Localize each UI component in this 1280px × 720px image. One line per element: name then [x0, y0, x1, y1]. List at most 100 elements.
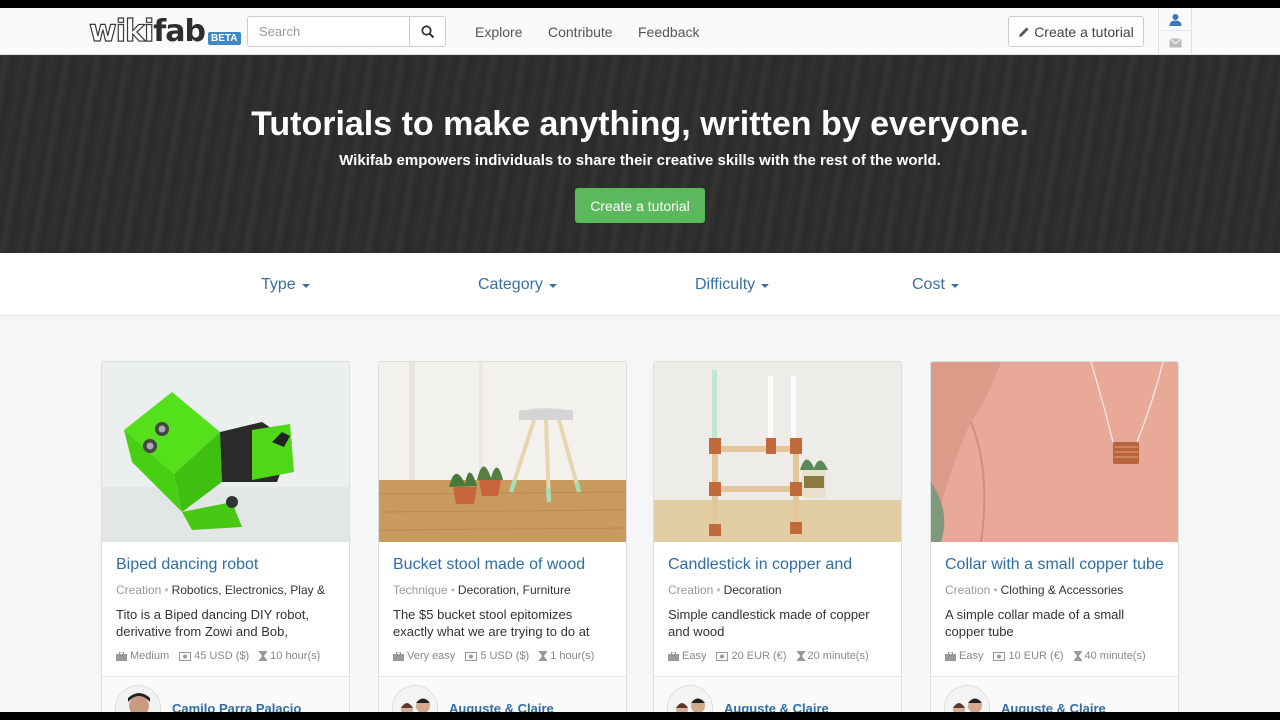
tutorial-categories: Decoration [723, 583, 782, 597]
messages-button[interactable] [1159, 31, 1191, 54]
tutorial-categories: Decoration, Furniture [457, 583, 571, 597]
author-name[interactable]: Auguste & Claire [1001, 701, 1106, 712]
author-name[interactable]: Auguste & Claire [449, 701, 554, 712]
stat-cost: 45 USD ($) [179, 650, 249, 662]
money-icon [465, 651, 478, 661]
difficulty-value: Easy [959, 650, 984, 662]
search-input[interactable] [247, 16, 410, 47]
filter-cost-dropdown[interactable]: Cost [912, 276, 959, 294]
nav-contribute[interactable]: Contribute [548, 24, 613, 40]
envelope-icon [1168, 37, 1182, 47]
tutorial-card[interactable]: Candlestick in copper and Creation • Decor… [653, 361, 902, 712]
tutorial-description: Simple candlestick made of copper and wo… [668, 607, 870, 639]
money-icon [716, 651, 729, 661]
create-tutorial-nav-button[interactable]: Create a tutorial [1008, 16, 1144, 47]
pencil-icon [1019, 26, 1029, 37]
tutorial-meta: Technique • Decoration, Furniture [393, 583, 618, 597]
stat-duration: 20 minute(s) [796, 650, 869, 662]
caret-down-icon [301, 284, 310, 288]
hero-create-tutorial-button[interactable]: Create a tutorial [575, 188, 705, 223]
tutorial-title[interactable]: Bucket stool made of wood [393, 556, 618, 574]
author-name[interactable]: Auguste & Claire [724, 701, 829, 712]
page: wikifab BETA Explore Contribute Feedback… [0, 8, 1280, 712]
tutorial-card[interactable]: Bucket stool made of wood Technique • Deco… [378, 361, 627, 712]
separator-dot: • [993, 583, 998, 597]
tutorial-image-collar[interactable] [931, 362, 1178, 542]
toolbox-icon [945, 651, 956, 661]
cost-value: 20 EUR (€) [731, 650, 787, 662]
tutorial-description: The $5 bucket stool epitomizes exactly w… [393, 607, 590, 639]
tutorial-title[interactable]: Collar with a small copper tube [945, 556, 1170, 574]
top-navbar: wikifab BETA Explore Contribute Feedback… [0, 8, 1280, 55]
money-icon [179, 651, 192, 661]
filter-type-label: Type [261, 276, 296, 293]
author-avatar[interactable] [944, 685, 990, 712]
cost-value: 10 EUR (€) [1008, 650, 1064, 662]
author-name[interactable]: Camilo Parra Palacio [172, 701, 301, 712]
filter-difficulty-label: Difficulty [695, 276, 756, 293]
logo-text: wikifab [88, 14, 206, 49]
author-avatar[interactable] [667, 685, 713, 712]
tutorial-kind: Creation [668, 583, 714, 597]
tutorial-stats: Medium 45 USD ($) 10 hour(s) [116, 650, 320, 662]
filter-category-dropdown[interactable]: Category [478, 276, 557, 294]
cost-value: 45 USD ($) [194, 650, 250, 662]
tutorial-card[interactable]: Collar with a small copper tube Creation… [930, 361, 1179, 712]
filter-bar: Type Category Difficulty Cost [0, 253, 1280, 316]
author-avatar[interactable] [392, 685, 438, 712]
tutorial-title[interactable]: Biped dancing robot [116, 556, 341, 574]
tutorial-image-candlestick[interactable] [654, 362, 901, 542]
stat-cost: 10 EUR (€) [993, 650, 1064, 662]
stat-difficulty: Easy [945, 650, 983, 662]
duration-value: 1 hour(s) [550, 650, 595, 662]
user-button[interactable] [1159, 8, 1191, 31]
tutorial-image-robot[interactable] [102, 362, 349, 542]
stat-duration: 1 hour(s) [539, 650, 594, 662]
tutorial-kind: Technique [393, 583, 448, 597]
duration-value: 10 hour(s) [270, 650, 321, 662]
hourglass-icon [259, 651, 268, 661]
tutorial-author-bar: Auguste & Claire [379, 676, 626, 712]
filter-cost-label: Cost [912, 276, 945, 293]
stat-duration: 40 minute(s) [1073, 650, 1146, 662]
caret-down-icon [548, 284, 557, 288]
tutorial-author-bar: Camilo Parra Palacio [102, 676, 349, 712]
tutorial-stats: Easy 10 EUR (€) 40 minute(s) [945, 650, 1146, 662]
duration-value: 40 minute(s) [1084, 650, 1146, 662]
hourglass-icon [539, 651, 548, 661]
toolbox-icon [116, 651, 127, 661]
stat-difficulty: Very easy [393, 650, 455, 662]
search-icon [420, 24, 434, 38]
money-icon [993, 651, 1006, 661]
caret-down-icon [761, 284, 770, 288]
tutorial-categories: Robotics, Electronics, Play & [171, 583, 325, 597]
stat-difficulty: Medium [116, 650, 169, 662]
tutorial-image-stool[interactable] [379, 362, 626, 542]
wikifab-logo[interactable]: wikifab BETA [88, 14, 241, 49]
filter-difficulty-dropdown[interactable]: Difficulty [695, 276, 770, 294]
toolbox-icon [393, 651, 404, 661]
tutorial-meta: Creation • Decoration [668, 583, 893, 597]
hero-banner: Tutorials to make anything, written by e… [0, 55, 1280, 253]
hero-subtitle: Wikifab empowers individuals to share th… [339, 152, 941, 169]
tutorial-description: A simple collar made of a small copper t… [945, 607, 1125, 639]
tutorial-author-bar: Auguste & Claire [654, 676, 901, 712]
author-avatar[interactable] [115, 685, 161, 712]
nav-explore[interactable]: Explore [475, 24, 522, 40]
beta-badge: BETA [208, 32, 241, 45]
hourglass-icon [1073, 651, 1082, 661]
separator-dot: • [716, 583, 721, 597]
create-tutorial-nav-label: Create a tutorial [1034, 23, 1134, 40]
search-button[interactable] [409, 16, 446, 47]
separator-dot: • [164, 583, 169, 597]
filter-type-dropdown[interactable]: Type [261, 276, 310, 294]
hero-title: Tutorials to make anything, written by e… [251, 105, 1029, 143]
tutorial-title[interactable]: Candlestick in copper and [668, 556, 893, 574]
toolbox-icon [668, 651, 679, 661]
tutorial-card[interactable]: Biped dancing robot Creation • Robotics, E… [101, 361, 350, 712]
account-column [1158, 8, 1192, 55]
nav-feedback[interactable]: Feedback [638, 24, 699, 40]
tutorial-kind: Creation [116, 583, 162, 597]
difficulty-value: Easy [682, 650, 707, 662]
difficulty-value: Very easy [407, 650, 456, 662]
